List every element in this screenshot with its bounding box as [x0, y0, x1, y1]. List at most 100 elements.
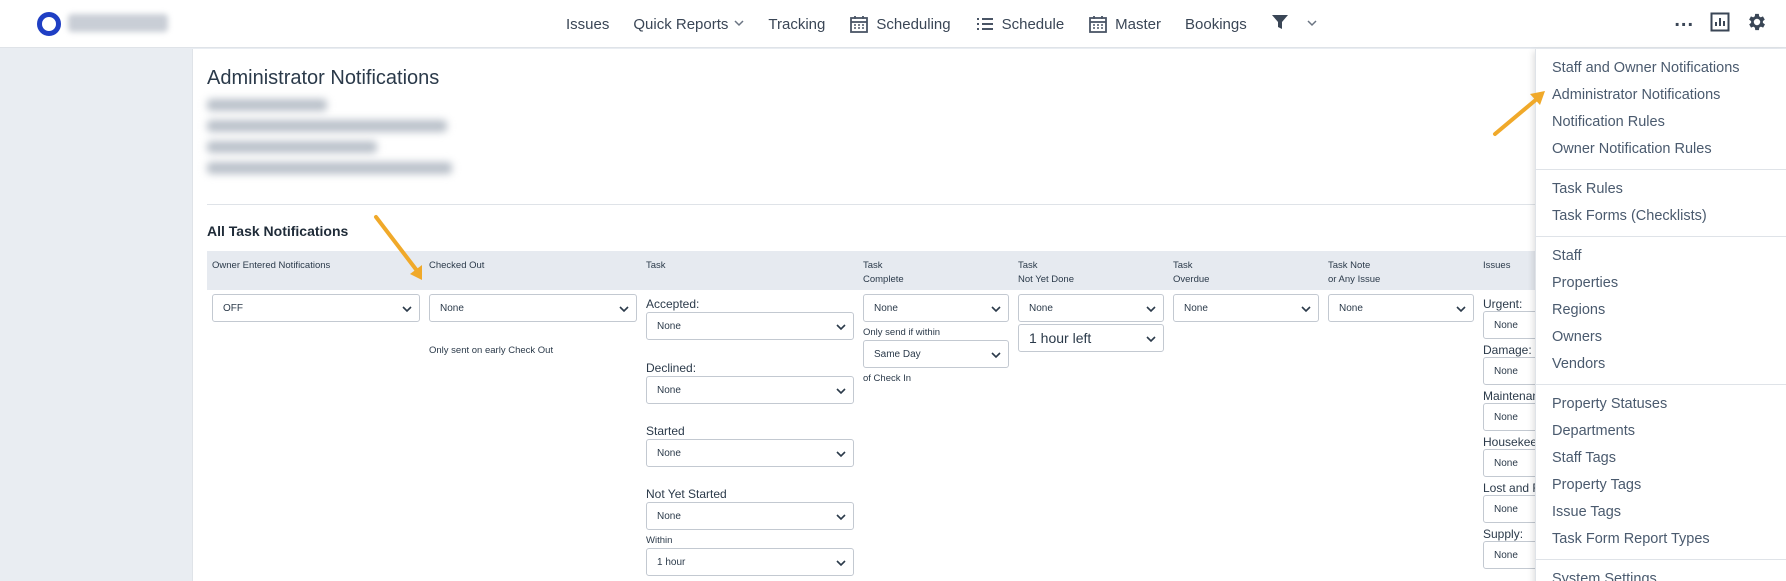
- menu-administrator-notifications[interactable]: Administrator Notifications: [1536, 82, 1786, 109]
- task-complete-select[interactable]: None: [863, 294, 1009, 322]
- menu-group-tasks: Task Rules Task Forms (Checklists): [1536, 170, 1786, 237]
- accepted-label: Accepted:: [646, 297, 700, 311]
- nav-issues[interactable]: Issues: [566, 16, 609, 33]
- menu-issue-tags[interactable]: Issue Tags: [1536, 499, 1786, 526]
- chevron-down-icon: [991, 306, 1001, 313]
- started-select[interactable]: None: [646, 439, 854, 467]
- declined-select[interactable]: None: [646, 376, 854, 404]
- chevron-down-icon: [1301, 306, 1311, 313]
- declined-label: Declined:: [646, 361, 697, 375]
- header-checked-out: Checked Out: [429, 260, 485, 271]
- account-info-blurred: [207, 99, 457, 187]
- header-issues: Issues: [1483, 260, 1511, 271]
- chevron-down-icon: [619, 306, 629, 313]
- owner-entered-select[interactable]: OFF: [212, 294, 420, 322]
- settings-dropdown-menu: Staff and Owner Notifications Administra…: [1535, 49, 1786, 581]
- issue-lost-found-label: Lost and F: [1483, 481, 1540, 495]
- not-yet-started-label: Not Yet Started: [646, 487, 727, 501]
- more-icon[interactable]: ...: [1674, 10, 1694, 30]
- nav-tracking[interactable]: Tracking: [768, 16, 825, 33]
- within-label: Within: [646, 535, 673, 546]
- issue-maintenance-label: Maintenan: [1483, 389, 1540, 403]
- calendar-icon: [1088, 14, 1108, 34]
- filter-icon: [1271, 13, 1289, 35]
- page-title: Administrator Notifications: [207, 67, 440, 89]
- issue-urgent-label: Urgent:: [1483, 297, 1523, 311]
- task-overdue-select[interactable]: None: [1173, 294, 1319, 322]
- header-task: Task: [646, 260, 666, 271]
- within-select[interactable]: 1 hour: [646, 548, 854, 576]
- menu-regions[interactable]: Regions: [1536, 297, 1786, 324]
- checked-out-note: Only sent on early Check Out: [429, 345, 554, 356]
- header-task-not-yet-done: Task Not Yet Done: [1018, 260, 1074, 285]
- menu-group-notifications: Staff and Owner Notifications Administra…: [1536, 49, 1786, 170]
- section-title: All Task Notifications: [207, 223, 349, 239]
- checked-out-select[interactable]: None: [429, 294, 637, 322]
- app-name-blurred: [68, 14, 168, 32]
- menu-task-form-report-types[interactable]: Task Form Report Types: [1536, 526, 1786, 553]
- top-navbar: Issues Quick Reports Tracking Scheduling…: [0, 0, 1786, 48]
- gear-icon[interactable]: [1746, 11, 1768, 38]
- app-logo[interactable]: [37, 12, 61, 36]
- menu-property-tags[interactable]: Property Tags: [1536, 472, 1786, 499]
- only-send-label: Only send if within: [863, 327, 941, 338]
- menu-property-statuses[interactable]: Property Statuses: [1536, 391, 1786, 418]
- calendar-icon: [849, 14, 869, 34]
- main-panel: Administrator Notifications All Task Not…: [192, 49, 1583, 581]
- menu-departments[interactable]: Departments: [1536, 418, 1786, 445]
- reports-icon[interactable]: [1710, 12, 1730, 37]
- annotation-arrow: [374, 215, 422, 280]
- menu-task-rules[interactable]: Task Rules: [1536, 176, 1786, 203]
- menu-vendors[interactable]: Vendors: [1536, 351, 1786, 378]
- header-task-note: Task Note or Any Issue: [1328, 260, 1381, 285]
- chevron-down-icon: [836, 514, 846, 521]
- menu-group-system: System Settings: [1536, 560, 1786, 581]
- menu-properties[interactable]: Properties: [1536, 270, 1786, 297]
- task-not-yet-done-select[interactable]: None: [1018, 294, 1164, 322]
- menu-group-tags: Property Statuses Departments Staff Tags…: [1536, 385, 1786, 560]
- filter-button[interactable]: [1271, 13, 1317, 35]
- chevron-down-icon: [1307, 18, 1317, 31]
- started-label: Started: [646, 424, 685, 438]
- menu-group-entities: Staff Properties Regions Owners Vendors: [1536, 237, 1786, 385]
- chevron-down-icon: [1456, 306, 1466, 313]
- top-right-actions: ...: [1674, 0, 1768, 48]
- list-icon: [975, 14, 995, 34]
- nav-bookings[interactable]: Bookings: [1185, 16, 1247, 33]
- chevron-down-icon: [1146, 306, 1156, 313]
- task-note-select[interactable]: None: [1328, 294, 1474, 322]
- menu-notification-rules[interactable]: Notification Rules: [1536, 109, 1786, 136]
- task-complete-window-select[interactable]: Same Day: [863, 340, 1009, 368]
- menu-owners[interactable]: Owners: [1536, 324, 1786, 351]
- menu-staff-tags[interactable]: Staff Tags: [1536, 445, 1786, 472]
- accepted-select[interactable]: None: [646, 312, 854, 340]
- issue-supply-label: Supply:: [1483, 527, 1524, 541]
- annotation-arrow: [1493, 91, 1545, 136]
- of-checkin-label: of Check In: [863, 373, 912, 384]
- chevron-down-icon: [836, 560, 846, 567]
- divider: [207, 204, 1547, 205]
- chevron-down-icon: [836, 451, 846, 458]
- menu-owner-notification-rules[interactable]: Owner Notification Rules: [1536, 136, 1786, 163]
- main-nav: Issues Quick Reports Tracking Scheduling…: [566, 0, 1329, 48]
- header-task-complete: Task Complete: [863, 260, 904, 285]
- nav-master[interactable]: Master: [1088, 14, 1161, 34]
- menu-staff[interactable]: Staff: [1536, 243, 1786, 270]
- chevron-down-icon: [734, 18, 744, 31]
- menu-staff-owner-notifications[interactable]: Staff and Owner Notifications: [1536, 55, 1786, 82]
- chevron-down-icon: [402, 306, 412, 313]
- nav-quick-reports[interactable]: Quick Reports: [633, 16, 744, 33]
- nav-scheduling[interactable]: Scheduling: [849, 14, 951, 34]
- chevron-down-icon: [991, 352, 1001, 359]
- menu-task-forms[interactable]: Task Forms (Checklists): [1536, 203, 1786, 230]
- chevron-down-icon: [836, 324, 846, 331]
- time-left-select[interactable]: 1 hour left: [1018, 324, 1164, 352]
- menu-system-settings[interactable]: System Settings: [1536, 566, 1786, 581]
- header-owner-entered: Owner Entered Notifications: [212, 260, 331, 271]
- header-task-overdue: Task Overdue: [1173, 260, 1210, 285]
- chevron-down-icon: [1146, 336, 1156, 343]
- chevron-down-icon: [836, 388, 846, 395]
- not-yet-started-select[interactable]: None: [646, 502, 854, 530]
- nav-schedule[interactable]: Schedule: [975, 14, 1064, 34]
- issue-damage-label: Damage:: [1483, 343, 1532, 357]
